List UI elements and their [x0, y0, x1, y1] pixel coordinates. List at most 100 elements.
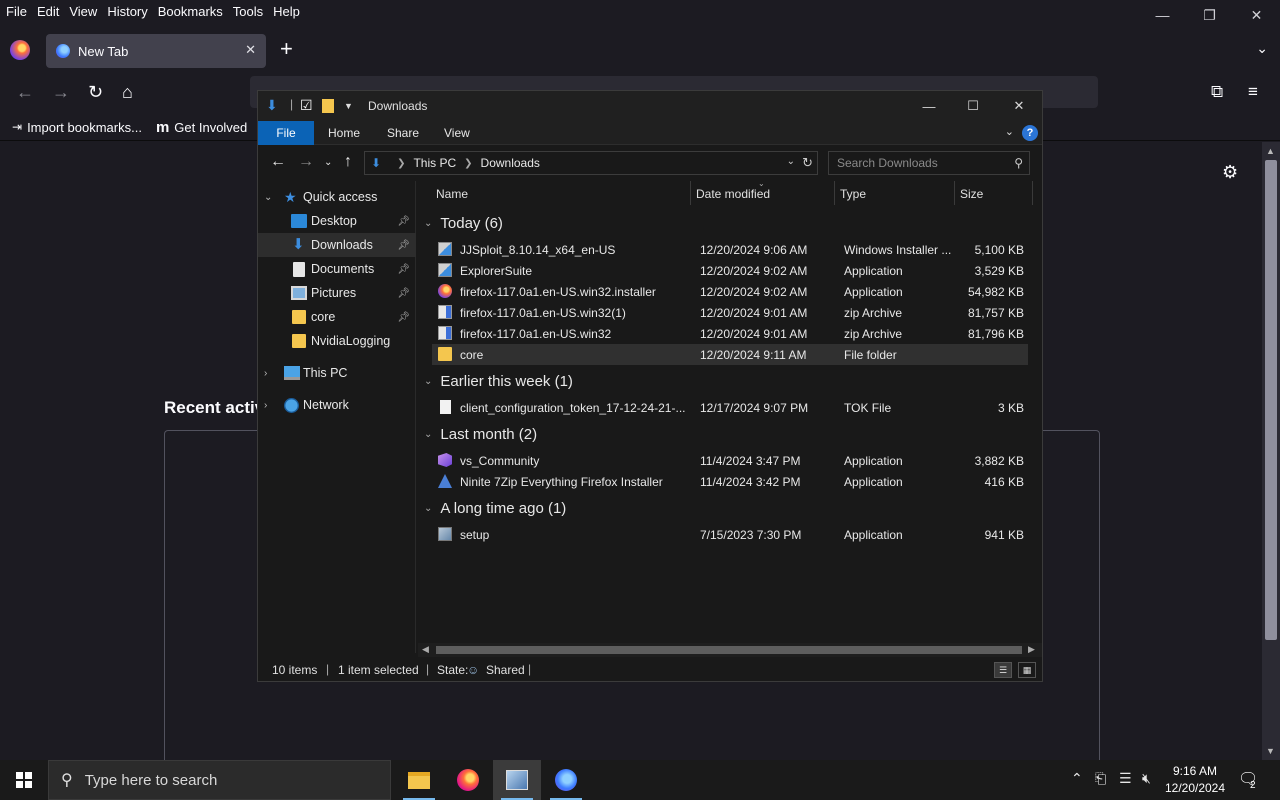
column-date-modified[interactable]: Date modified [696, 187, 770, 201]
file-row[interactable]: ExplorerSuite 12/20/2024 9:02 AM Applica… [432, 260, 1028, 281]
address-bar[interactable]: ⬇ ❯ This PC ❯ Downloads ⌄ ↻ [364, 151, 818, 175]
nav-item-core[interactable]: core 📌︎ [258, 305, 416, 329]
back-icon[interactable]: ← [270, 153, 286, 171]
expand-chevron-icon[interactable]: › [264, 368, 267, 379]
tray-app-icon[interactable]: ⎗ [1095, 770, 1106, 787]
expand-ribbon-icon[interactable]: ⌄ [1005, 125, 1014, 138]
explorer-close-button[interactable]: ✕ [996, 91, 1042, 121]
nav-item-nvidialogging[interactable]: NvidiaLogging [258, 329, 416, 353]
nav-quick-access[interactable]: ⌄ ★ Quick access [258, 185, 416, 209]
explorer-minimize-button[interactable]: — [906, 91, 952, 121]
taskbar-search[interactable]: ⚲ Type here to search [48, 760, 391, 800]
forward-icon[interactable]: → [52, 82, 70, 102]
column-divider[interactable] [834, 181, 835, 205]
show-hidden-icons-icon[interactable]: ⌃ [1071, 770, 1083, 787]
menu-tools[interactable]: Tools [233, 4, 263, 19]
file-row[interactable]: client_configuration_token_17-12-24-21-.… [432, 397, 1028, 418]
scroll-up-icon[interactable]: ▲ [1266, 146, 1275, 156]
collapse-chevron-icon[interactable]: ⌄ [424, 376, 432, 387]
menu-edit[interactable]: Edit [37, 4, 59, 19]
file-row[interactable]: firefox-117.0a1.en-US.win32.installer 12… [432, 281, 1028, 302]
scroll-left-icon[interactable]: ◀ [422, 644, 429, 655]
back-icon[interactable]: ← [16, 82, 34, 102]
large-icons-view-icon[interactable]: ▦ [1018, 662, 1036, 678]
extensions-icon[interactable]: ⧉ [1211, 82, 1223, 102]
group-header-last-month[interactable]: ⌄ Last month (2) [424, 426, 537, 443]
minimize-button[interactable]: — [1139, 0, 1186, 30]
hamburger-menu-icon[interactable]: ≡ [1248, 82, 1258, 102]
help-icon[interactable]: ? [1022, 125, 1038, 141]
column-divider[interactable] [690, 181, 691, 205]
taskbar-file-explorer[interactable] [395, 760, 443, 800]
refresh-icon[interactable]: ↻ [802, 155, 813, 171]
nav-item-pictures[interactable]: Pictures 📌︎ [258, 281, 416, 305]
scroll-down-icon[interactable]: ▼ [1266, 746, 1275, 756]
nav-item-documents[interactable]: Documents 📌︎ [258, 257, 416, 281]
horizontal-scrollbar[interactable]: ◀ ▶ [418, 643, 1042, 657]
expand-chevron-icon[interactable]: ⌄ [264, 192, 272, 203]
ribbon-tab-file[interactable]: File [258, 121, 314, 145]
reload-icon[interactable]: ↻ [88, 82, 103, 102]
menu-help[interactable]: Help [273, 4, 300, 19]
details-view-icon[interactable]: ☰ [994, 662, 1012, 678]
start-button[interactable] [0, 760, 48, 800]
file-row-selected[interactable]: core 12/20/2024 9:11 AM File folder [432, 344, 1028, 365]
column-divider[interactable] [954, 181, 955, 205]
expand-chevron-icon[interactable]: › [264, 400, 267, 411]
search-box[interactable]: Search Downloads ⚲ [828, 151, 1030, 175]
up-icon[interactable]: ↑ [344, 153, 352, 171]
scrollbar-thumb[interactable] [436, 646, 1022, 654]
taskbar-firefox-nightly[interactable] [542, 760, 590, 800]
file-row[interactable]: firefox-117.0a1.en-US.win32 12/20/2024 9… [432, 323, 1028, 344]
restore-button[interactable]: ❐ [1186, 0, 1233, 30]
column-size[interactable]: Size [960, 187, 983, 201]
nav-item-desktop[interactable]: Desktop 📌︎ [258, 209, 416, 233]
collapse-chevron-icon[interactable]: ⌄ [424, 429, 432, 440]
column-name[interactable]: Name [436, 187, 468, 201]
breadcrumb-downloads[interactable]: Downloads [481, 156, 540, 170]
column-type[interactable]: Type [840, 187, 866, 201]
column-divider[interactable] [1032, 181, 1033, 205]
collapse-chevron-icon[interactable]: ⌄ [424, 218, 432, 229]
taskbar-firefox[interactable] [444, 760, 492, 800]
menu-view[interactable]: View [69, 4, 97, 19]
menu-bookmarks[interactable]: Bookmarks [158, 4, 223, 19]
properties-icon[interactable]: ☑ [300, 97, 313, 114]
file-row[interactable]: setup 7/15/2023 7:30 PM Application 941 … [432, 524, 1028, 545]
breadcrumb-this-pc[interactable]: This PC [413, 156, 456, 170]
address-dropdown-icon[interactable]: ⌄ [787, 156, 795, 167]
taskbar-setup[interactable] [493, 760, 541, 800]
file-row[interactable]: Ninite 7Zip Everything Firefox Installer… [432, 471, 1028, 492]
file-row[interactable]: vs_Community 11/4/2024 3:47 PM Applicati… [432, 450, 1028, 471]
taskbar-clock[interactable]: 9:16 AM 12/20/2024 [1160, 763, 1230, 797]
breadcrumb-chevron-icon[interactable]: ❯ [464, 158, 472, 169]
tab-new-tab[interactable]: New Tab ✕ [46, 34, 266, 68]
menu-history[interactable]: History [107, 4, 147, 19]
scrollbar-thumb[interactable] [1265, 160, 1277, 640]
nav-item-downloads[interactable]: ⬇ Downloads 📌︎ [258, 233, 416, 257]
new-folder-icon[interactable] [322, 99, 334, 113]
file-row[interactable]: firefox-117.0a1.en-US.win32(1) 12/20/202… [432, 302, 1028, 323]
network-icon[interactable]: ☰ [1119, 770, 1132, 787]
file-row[interactable]: JJSploit_8.10.14_x64_en-US 12/20/2024 9:… [432, 239, 1028, 260]
close-button[interactable]: ✕ [1233, 0, 1280, 30]
nav-this-pc[interactable]: › This PC [258, 361, 416, 385]
volume-muted-icon[interactable]: 🔇︎ [1142, 770, 1151, 787]
group-header-earlier-this-week[interactable]: ⌄ Earlier this week (1) [424, 373, 573, 390]
new-tab-button[interactable]: + [280, 38, 293, 60]
ribbon-tab-home[interactable]: Home [328, 121, 360, 145]
collapse-chevron-icon[interactable]: ⌄ [424, 503, 432, 514]
menu-file[interactable]: File [6, 4, 27, 19]
recent-locations-icon[interactable]: ⌄ [324, 157, 332, 168]
scroll-right-icon[interactable]: ▶ [1028, 644, 1035, 655]
forward-icon[interactable]: → [298, 153, 314, 171]
home-icon[interactable]: ⌂ [122, 82, 133, 102]
nav-network[interactable]: › Network [258, 393, 416, 417]
bookmark-import[interactable]: ⇥ Import bookmarks... [12, 120, 142, 135]
ribbon-tab-share[interactable]: Share [387, 121, 419, 145]
ribbon-tab-view[interactable]: View [444, 121, 470, 145]
breadcrumb-chevron-icon[interactable]: ❯ [397, 158, 405, 169]
customize-qat-icon[interactable]: ▼ [344, 101, 353, 111]
newtab-settings-gear-icon[interactable]: ⚙ [1222, 162, 1238, 183]
list-all-tabs-icon[interactable]: ⌄ [1256, 40, 1268, 57]
